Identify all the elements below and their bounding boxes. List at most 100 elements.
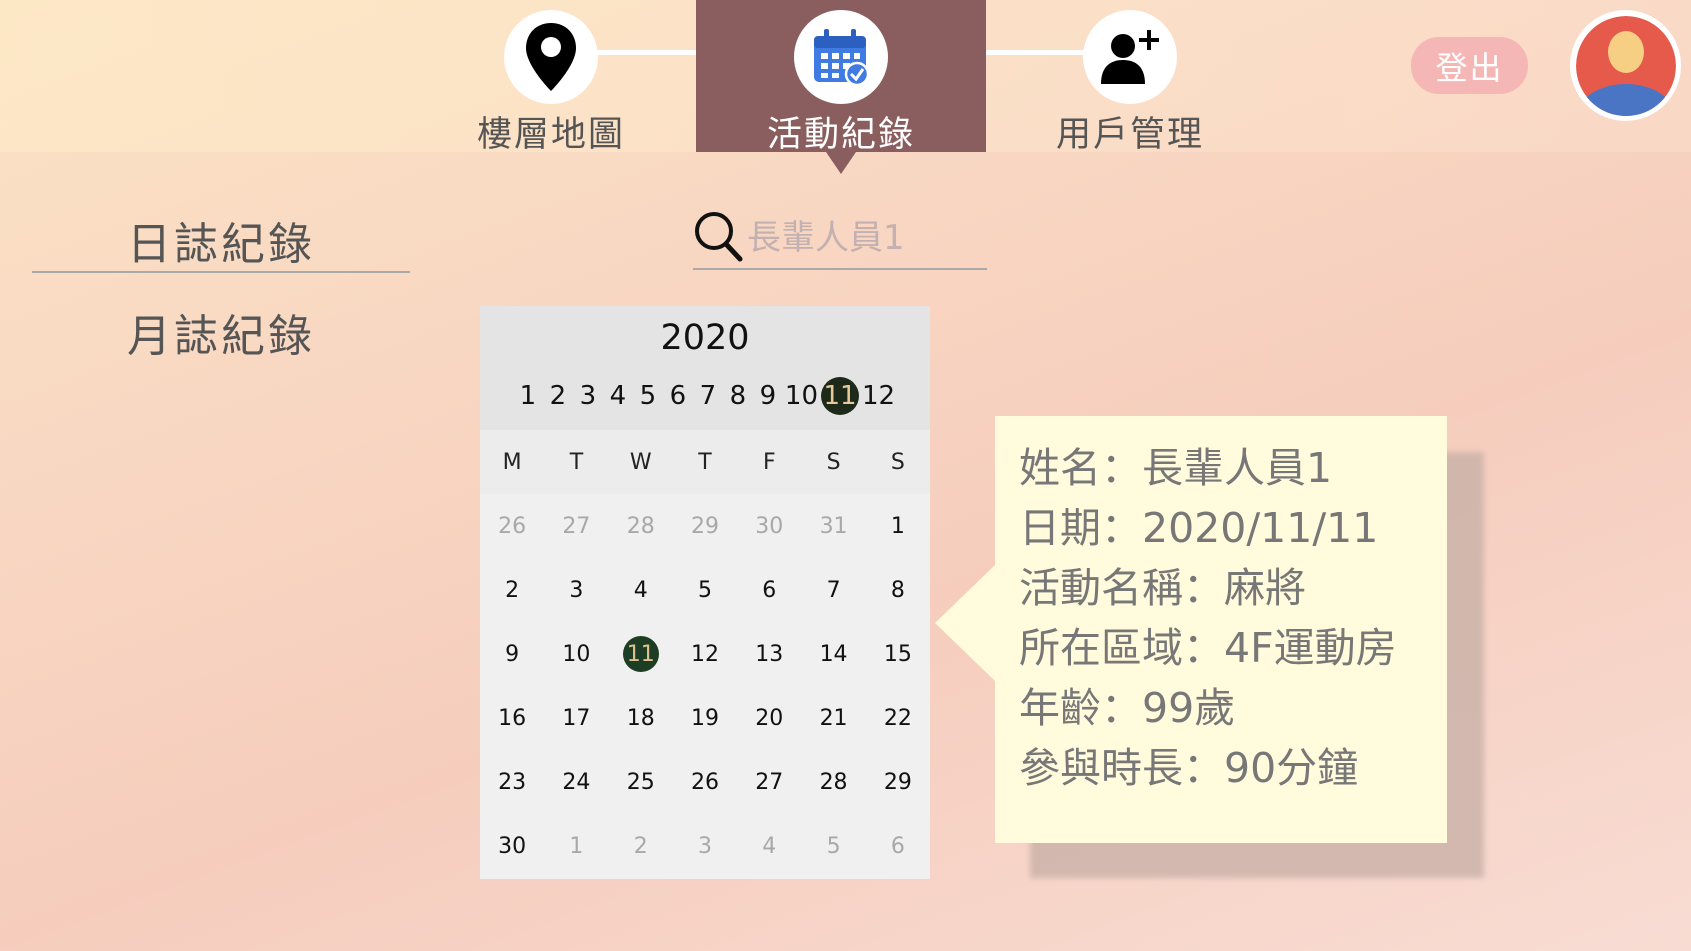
calendar-day-number: 11 bbox=[622, 636, 659, 672]
search-input[interactable] bbox=[747, 218, 987, 258]
user-avatar-icon[interactable] bbox=[1570, 10, 1681, 121]
calendar-month-12[interactable]: 12 bbox=[861, 381, 896, 411]
sidebar-item-monthly-log[interactable]: 月誌紀錄 bbox=[32, 300, 410, 364]
calendar-day-number: 4 bbox=[762, 833, 777, 859]
calendar-day-number: 23 bbox=[498, 769, 527, 795]
calendar-day[interactable]: 24 bbox=[544, 750, 608, 814]
calendar-month-10[interactable]: 10 bbox=[784, 381, 819, 411]
calendar-day-number: 13 bbox=[755, 641, 784, 667]
calendar-day[interactable]: 31 bbox=[801, 494, 865, 558]
calendar-day[interactable]: 21 bbox=[801, 686, 865, 750]
calendar-day[interactable]: 29 bbox=[866, 750, 930, 814]
search-icon[interactable] bbox=[693, 210, 743, 266]
calendar-day-number: 1 bbox=[569, 833, 584, 859]
info-line: 所在區域：4F運動房 bbox=[1019, 624, 1397, 672]
calendar-day[interactable]: 5 bbox=[673, 558, 737, 622]
calendar-day-number: 26 bbox=[690, 769, 719, 795]
calendar-year: 2020 bbox=[660, 318, 750, 358]
calendar-day-number: 27 bbox=[755, 769, 784, 795]
calendar-day[interactable]: 6 bbox=[737, 558, 801, 622]
calendar-day[interactable]: 10 bbox=[544, 622, 608, 686]
calendar-day[interactable]: 4 bbox=[609, 558, 673, 622]
calendar-month-1[interactable]: 1 bbox=[514, 381, 542, 411]
calendar-day[interactable]: 20 bbox=[737, 686, 801, 750]
calendar-day-number: 14 bbox=[819, 641, 848, 667]
calendar-day[interactable]: 4 bbox=[737, 814, 801, 878]
calendar-month-6[interactable]: 6 bbox=[664, 381, 692, 411]
calendar-day-number: 29 bbox=[883, 769, 912, 795]
calendar-day[interactable]: 22 bbox=[866, 686, 930, 750]
calendar-day-number: 30 bbox=[498, 833, 527, 859]
calendar-day-number: 31 bbox=[819, 513, 848, 539]
calendar-day[interactable]: 27 bbox=[544, 494, 608, 558]
calendar-day-selected[interactable]: 11 bbox=[609, 622, 673, 686]
calendar-day-number: 26 bbox=[498, 513, 527, 539]
calendar-day-number: 19 bbox=[690, 705, 719, 731]
calendar-weekday: W bbox=[629, 449, 652, 475]
calendar-month-3[interactable]: 3 bbox=[574, 381, 602, 411]
calendar-day[interactable]: 2 bbox=[480, 558, 544, 622]
sidebar-item-daily-log[interactable]: 日誌紀錄 bbox=[32, 208, 410, 273]
calendar-day[interactable]: 27 bbox=[737, 750, 801, 814]
calendar-day[interactable]: 3 bbox=[544, 558, 608, 622]
info-line: 日期：2020/11/11 bbox=[1019, 504, 1379, 552]
calendar-day[interactable]: 12 bbox=[673, 622, 737, 686]
calendar-day[interactable]: 19 bbox=[673, 686, 737, 750]
nav-label-user-management: 用戶管理 bbox=[1055, 115, 1204, 155]
calendar-day-number: 15 bbox=[883, 641, 912, 667]
nav-item-floor-map[interactable]: 樓層地圖 bbox=[451, 10, 651, 157]
calendar-day[interactable]: 14 bbox=[801, 622, 865, 686]
calendar-day-number: 28 bbox=[626, 513, 655, 539]
calendar-day[interactable]: 1 bbox=[866, 494, 930, 558]
calendar-day[interactable]: 30 bbox=[480, 814, 544, 878]
calendar-month-8[interactable]: 8 bbox=[724, 381, 752, 411]
calendar-weekday: S bbox=[826, 449, 841, 475]
calendar-day-number: 5 bbox=[826, 833, 841, 859]
calendar-day[interactable]: 26 bbox=[673, 750, 737, 814]
calendar-day-number: 6 bbox=[762, 577, 777, 603]
calendar-weekday: T bbox=[569, 449, 584, 475]
calendar-day[interactable]: 13 bbox=[737, 622, 801, 686]
logout-button[interactable]: 登出 bbox=[1411, 37, 1528, 94]
calendar-day-number: 21 bbox=[819, 705, 848, 731]
calendar-day[interactable]: 15 bbox=[866, 622, 930, 686]
calendar-month-2[interactable]: 2 bbox=[544, 381, 572, 411]
calendar-month-9[interactable]: 9 bbox=[754, 381, 782, 411]
calendar-day[interactable]: 5 bbox=[801, 814, 865, 878]
search-bar bbox=[693, 208, 987, 270]
calendar-day[interactable]: 1 bbox=[544, 814, 608, 878]
calendar-day[interactable]: 18 bbox=[609, 686, 673, 750]
calendar-day[interactable]: 7 bbox=[801, 558, 865, 622]
calendar-day[interactable]: 17 bbox=[544, 686, 608, 750]
calendar-day-number: 7 bbox=[826, 577, 841, 603]
calendar-month-11[interactable]: 11 bbox=[821, 377, 859, 415]
calendar-day[interactable]: 3 bbox=[673, 814, 737, 878]
calendar-day[interactable]: 26 bbox=[480, 494, 544, 558]
calendar-day-number: 29 bbox=[690, 513, 719, 539]
calendar-day-number: 12 bbox=[690, 641, 719, 667]
calendar-day[interactable]: 30 bbox=[737, 494, 801, 558]
calendar-day-number: 4 bbox=[633, 577, 648, 603]
calendar-month-4[interactable]: 4 bbox=[604, 381, 632, 411]
calendar-day[interactable]: 8 bbox=[866, 558, 930, 622]
calendar-day[interactable]: 28 bbox=[609, 494, 673, 558]
calendar-day[interactable]: 2 bbox=[609, 814, 673, 878]
calendar-day[interactable]: 9 bbox=[480, 622, 544, 686]
calendar-day[interactable]: 28 bbox=[801, 750, 865, 814]
calendar-day[interactable]: 25 bbox=[609, 750, 673, 814]
nav-item-activity-log[interactable]: 活動紀錄 bbox=[741, 10, 941, 157]
calendar-weekday-row: MTWTFSS bbox=[480, 430, 930, 494]
calendar-day-number: 20 bbox=[755, 705, 784, 731]
calendar-month-5[interactable]: 5 bbox=[634, 381, 662, 411]
calendar-day-number: 16 bbox=[498, 705, 527, 731]
calendar-day[interactable]: 16 bbox=[480, 686, 544, 750]
calendar-day[interactable]: 29 bbox=[673, 494, 737, 558]
calendar-weekday: F bbox=[762, 449, 776, 475]
calendar-header: 2020 1 2 3 4 5 6 7 8 9 10 11 12 bbox=[480, 306, 930, 430]
calendar-day[interactable]: 6 bbox=[866, 814, 930, 878]
info-card-pointer bbox=[935, 565, 995, 681]
calendar-month-7[interactable]: 7 bbox=[694, 381, 722, 411]
nav-item-user-management[interactable]: 用戶管理 bbox=[1030, 10, 1230, 157]
calendar-day[interactable]: 23 bbox=[480, 750, 544, 814]
calendar-day-number: 17 bbox=[562, 705, 591, 731]
